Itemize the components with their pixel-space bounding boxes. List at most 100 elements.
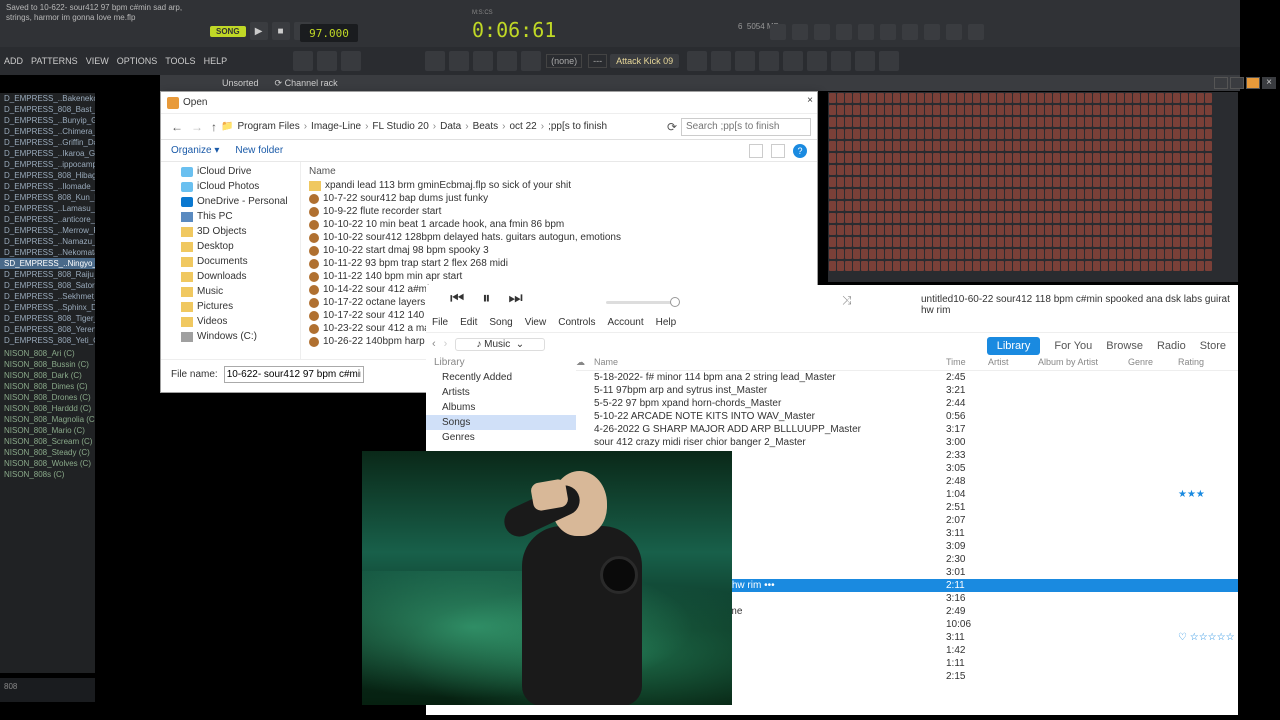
nav-item[interactable]: OneDrive - Personal <box>161 194 300 209</box>
nav-item[interactable]: Videos <box>161 314 300 329</box>
browser-item[interactable]: D_EMPRESS_..Lamasu_G <box>0 203 95 214</box>
file-item[interactable]: 10-10-22 10 min beat 1 arcade hook, ana … <box>301 218 817 231</box>
top-icon[interactable] <box>836 24 852 40</box>
file-item[interactable]: 10-9-22 flute recorder start <box>301 205 817 218</box>
browser-item[interactable]: NISON_808_Wolves (C) <box>0 458 95 469</box>
nav-item[interactable]: Windows (C:) <box>161 329 300 344</box>
tab-radio[interactable]: Radio <box>1157 340 1186 352</box>
browser-item[interactable]: D_EMPRESS_808_Hibagon_ <box>0 170 95 181</box>
browser-item[interactable]: NISON_808_Scream (C) <box>0 436 95 447</box>
column-header-name[interactable]: Name <box>301 164 817 179</box>
song-row[interactable]: 5-11 97bpm arp and sytrus inst_Master3:2… <box>576 384 1238 397</box>
top-icon[interactable] <box>880 24 896 40</box>
menu-options[interactable]: OPTIONS <box>113 56 162 66</box>
crumb[interactable]: FL Studio 20 <box>372 121 428 132</box>
browser-item[interactable]: D_EMPRESS_808_Yeren_G <box>0 324 95 335</box>
top-icon[interactable] <box>902 24 918 40</box>
tab-browse[interactable]: Browse <box>1106 340 1143 352</box>
toolbar-button[interactable] <box>449 51 469 71</box>
stop-button[interactable]: ■ <box>272 22 290 40</box>
browser-item[interactable]: NISON_808_Bussin (C) <box>0 359 95 370</box>
file-item[interactable]: 10-7-22 sour412 bap dums just funky <box>301 192 817 205</box>
browser-item[interactable]: D_EMPRESS_808_Tiger_C# <box>0 313 95 324</box>
toolbar-button[interactable] <box>473 51 493 71</box>
menu-patterns[interactable]: PATTERNS <box>27 56 82 66</box>
rack-btn[interactable] <box>1230 77 1244 89</box>
nav-item[interactable]: iCloud Photos <box>161 179 300 194</box>
toolbar-button[interactable] <box>735 51 755 71</box>
top-icon[interactable] <box>968 24 984 40</box>
top-icon[interactable] <box>924 24 940 40</box>
rack-btn[interactable] <box>1246 77 1260 89</box>
view-button[interactable] <box>749 144 763 158</box>
tab-foryou[interactable]: For You <box>1054 340 1092 352</box>
play-button[interactable]: ▶ <box>250 22 268 40</box>
player-menu-item[interactable]: Edit <box>460 317 477 328</box>
browser-item[interactable]: NISON_808s (C) <box>0 469 95 480</box>
tab-library[interactable]: Library <box>987 337 1041 355</box>
nav-item[interactable]: This PC <box>161 209 300 224</box>
browser-item[interactable]: D_EMPRESS_..Chimera_F# <box>0 126 95 137</box>
menu-add[interactable]: ADD <box>0 56 27 66</box>
toolbar-button[interactable] <box>855 51 875 71</box>
organize-button[interactable]: Organize ▾ <box>171 145 219 156</box>
step-sequencer[interactable] <box>828 92 1238 282</box>
tempo-display[interactable]: 97.000 <box>300 24 358 42</box>
top-icon[interactable] <box>858 24 874 40</box>
song-row[interactable]: 5-5-22 97 bpm xpand horn-chords_Master2:… <box>576 397 1238 410</box>
browser-item[interactable]: D_EMPRESS_808_Raiju_C <box>0 269 95 280</box>
browser-item[interactable]: D_EMPRESS_..Merrow_F# <box>0 225 95 236</box>
nav-back[interactable]: ‹ <box>432 338 436 350</box>
crumb[interactable]: Program Files <box>237 121 299 132</box>
volume-thumb[interactable] <box>670 297 680 307</box>
browser-item[interactable]: NISON_808_Magnolia (C) <box>0 414 95 425</box>
menu-view[interactable]: VIEW <box>82 56 113 66</box>
toolbar-button[interactable] <box>879 51 899 71</box>
browser-item[interactable]: D_EMPRESS_..Namazu_F <box>0 236 95 247</box>
browser-item[interactable]: NISON_808_Steady (C) <box>0 447 95 458</box>
song-mode-badge[interactable]: SONG <box>210 26 246 37</box>
top-icon[interactable] <box>770 24 786 40</box>
file-item[interactable]: 10-10-22 start dmaj 98 bpm spooky 3 <box>301 244 817 257</box>
music-dropdown[interactable]: ♪ Music ⌄ <box>455 338 545 351</box>
browser-item[interactable]: D_EMPRESS_..ippocamp_E <box>0 159 95 170</box>
rack-close[interactable]: × <box>1262 77 1276 89</box>
help-icon[interactable]: ? <box>793 144 807 158</box>
browser-item[interactable]: NISON_808_Ari (C) <box>0 348 95 359</box>
rack-btn[interactable] <box>1214 77 1228 89</box>
crumb[interactable]: Image-Line <box>311 121 361 132</box>
menu-tools[interactable]: TOOLS <box>161 56 199 66</box>
browser-item[interactable]: D_EMPRESS_..Nekomata_D <box>0 247 95 258</box>
rack-sort[interactable]: Unsorted <box>222 78 259 88</box>
lib-item[interactable]: Artists <box>426 385 576 400</box>
toolbar-button[interactable] <box>807 51 827 71</box>
forward-button[interactable]: → <box>187 120 207 134</box>
prev-button[interactable]: ⏮ <box>450 290 464 308</box>
browser-item[interactable]: SD_EMPRESS_..Ningyo_F# <box>0 258 95 269</box>
crumb[interactable]: oct 22 <box>510 121 537 132</box>
toolbar-button[interactable] <box>317 51 337 71</box>
player-menu-item[interactable]: Song <box>489 317 512 328</box>
pause-button[interactable]: ⏸ <box>482 290 490 308</box>
browser-item[interactable]: D_EMPRESS_..Ilomade_F# <box>0 181 95 192</box>
player-menu-item[interactable]: File <box>432 317 448 328</box>
back-button[interactable]: ← <box>167 120 187 134</box>
toolbar-button[interactable] <box>711 51 731 71</box>
browser-item[interactable]: D_EMPRESS_808_Yeti_G <box>0 335 95 346</box>
refresh-icon[interactable]: ⟳ <box>663 120 681 134</box>
typing-keyboard[interactable]: Attack Kick 09 <box>610 54 679 68</box>
player-menu-item[interactable]: View <box>525 317 547 328</box>
toolbar-button[interactable] <box>293 51 313 71</box>
browser-item[interactable]: NISON_808_Mario (C) <box>0 425 95 436</box>
toolbar-button[interactable] <box>759 51 779 71</box>
nav-item[interactable]: 3D Objects <box>161 224 300 239</box>
browser-item[interactable]: NISON_808_Dark (C) <box>0 370 95 381</box>
browser-item[interactable]: D_EMPRESS_..Bakeneko_D <box>0 93 95 104</box>
lib-item[interactable]: Recently Added <box>426 370 576 385</box>
browser-item[interactable]: D_EMPRESS_808_Kun_F <box>0 192 95 203</box>
up-button[interactable]: ↑ <box>207 120 221 134</box>
tab-store[interactable]: Store <box>1200 340 1226 352</box>
snap-select-2[interactable]: --- <box>588 54 607 68</box>
browser-item[interactable]: D_EMPRESS_..Sekhmet_E <box>0 291 95 302</box>
shuffle-icon[interactable]: ⤨ <box>842 293 852 308</box>
